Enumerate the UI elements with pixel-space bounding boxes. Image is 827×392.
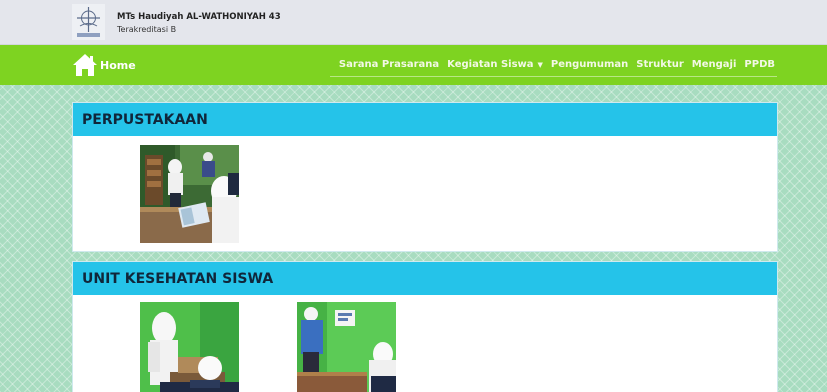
library-photo[interactable] bbox=[140, 145, 239, 243]
nav-item-label: Sarana Prasarana bbox=[338, 59, 440, 70]
nav-menu: Sarana Prasarana Kegiatan Siswa ▼ Pengum… bbox=[330, 53, 777, 77]
nav-item-label: Kegiatan Siswa bbox=[447, 59, 534, 70]
section-unit-kesehatan-siswa: UNIT KESEHATAN SISWA bbox=[72, 261, 778, 392]
home-link[interactable]: Home bbox=[72, 53, 136, 77]
nav-item-mengaji[interactable]: Mengaji bbox=[692, 59, 737, 70]
top-bar: MTs Haudiyah AL-WATHONIYAH 43 Terakredit… bbox=[0, 0, 827, 45]
nav-item-struktur[interactable]: Struktur bbox=[636, 59, 684, 70]
section-title: PERPUSTAKAAN bbox=[82, 111, 208, 128]
home-label: Home bbox=[100, 58, 136, 72]
school-logo[interactable] bbox=[72, 4, 105, 40]
nav-item-label: Struktur bbox=[636, 59, 684, 70]
section-perpustakaan: PERPUSTAKAAN bbox=[72, 102, 778, 252]
health-unit-photo-2[interactable] bbox=[297, 302, 396, 392]
school-name: MTs Haudiyah AL-WATHONIYAH 43 bbox=[117, 12, 281, 22]
home-icon bbox=[72, 53, 98, 77]
main-navbar: Home Sarana Prasarana Kegiatan Siswa ▼ P… bbox=[0, 45, 827, 85]
section-header: PERPUSTAKAAN bbox=[73, 103, 777, 136]
section-header: UNIT KESEHATAN SISWA bbox=[73, 262, 777, 295]
nav-item-ppdb[interactable]: PPDB bbox=[744, 59, 775, 70]
nav-item-sarana-prasarana[interactable]: Sarana Prasarana bbox=[339, 59, 439, 70]
section-title: UNIT KESEHATAN SISWA bbox=[82, 270, 274, 287]
nav-item-label: Mengaji bbox=[691, 59, 737, 70]
caret-down-icon: ▼ bbox=[537, 60, 543, 69]
nav-item-kegiatan-siswa[interactable]: Kegiatan Siswa ▼ bbox=[447, 59, 543, 70]
accreditation-status: Terakreditasi B bbox=[117, 25, 177, 34]
nav-item-label: Pengumuman bbox=[550, 59, 629, 70]
health-unit-photo-1[interactable] bbox=[140, 302, 239, 392]
nav-item-label: PPDB bbox=[744, 59, 775, 70]
nav-item-pengumuman[interactable]: Pengumuman bbox=[551, 59, 628, 70]
